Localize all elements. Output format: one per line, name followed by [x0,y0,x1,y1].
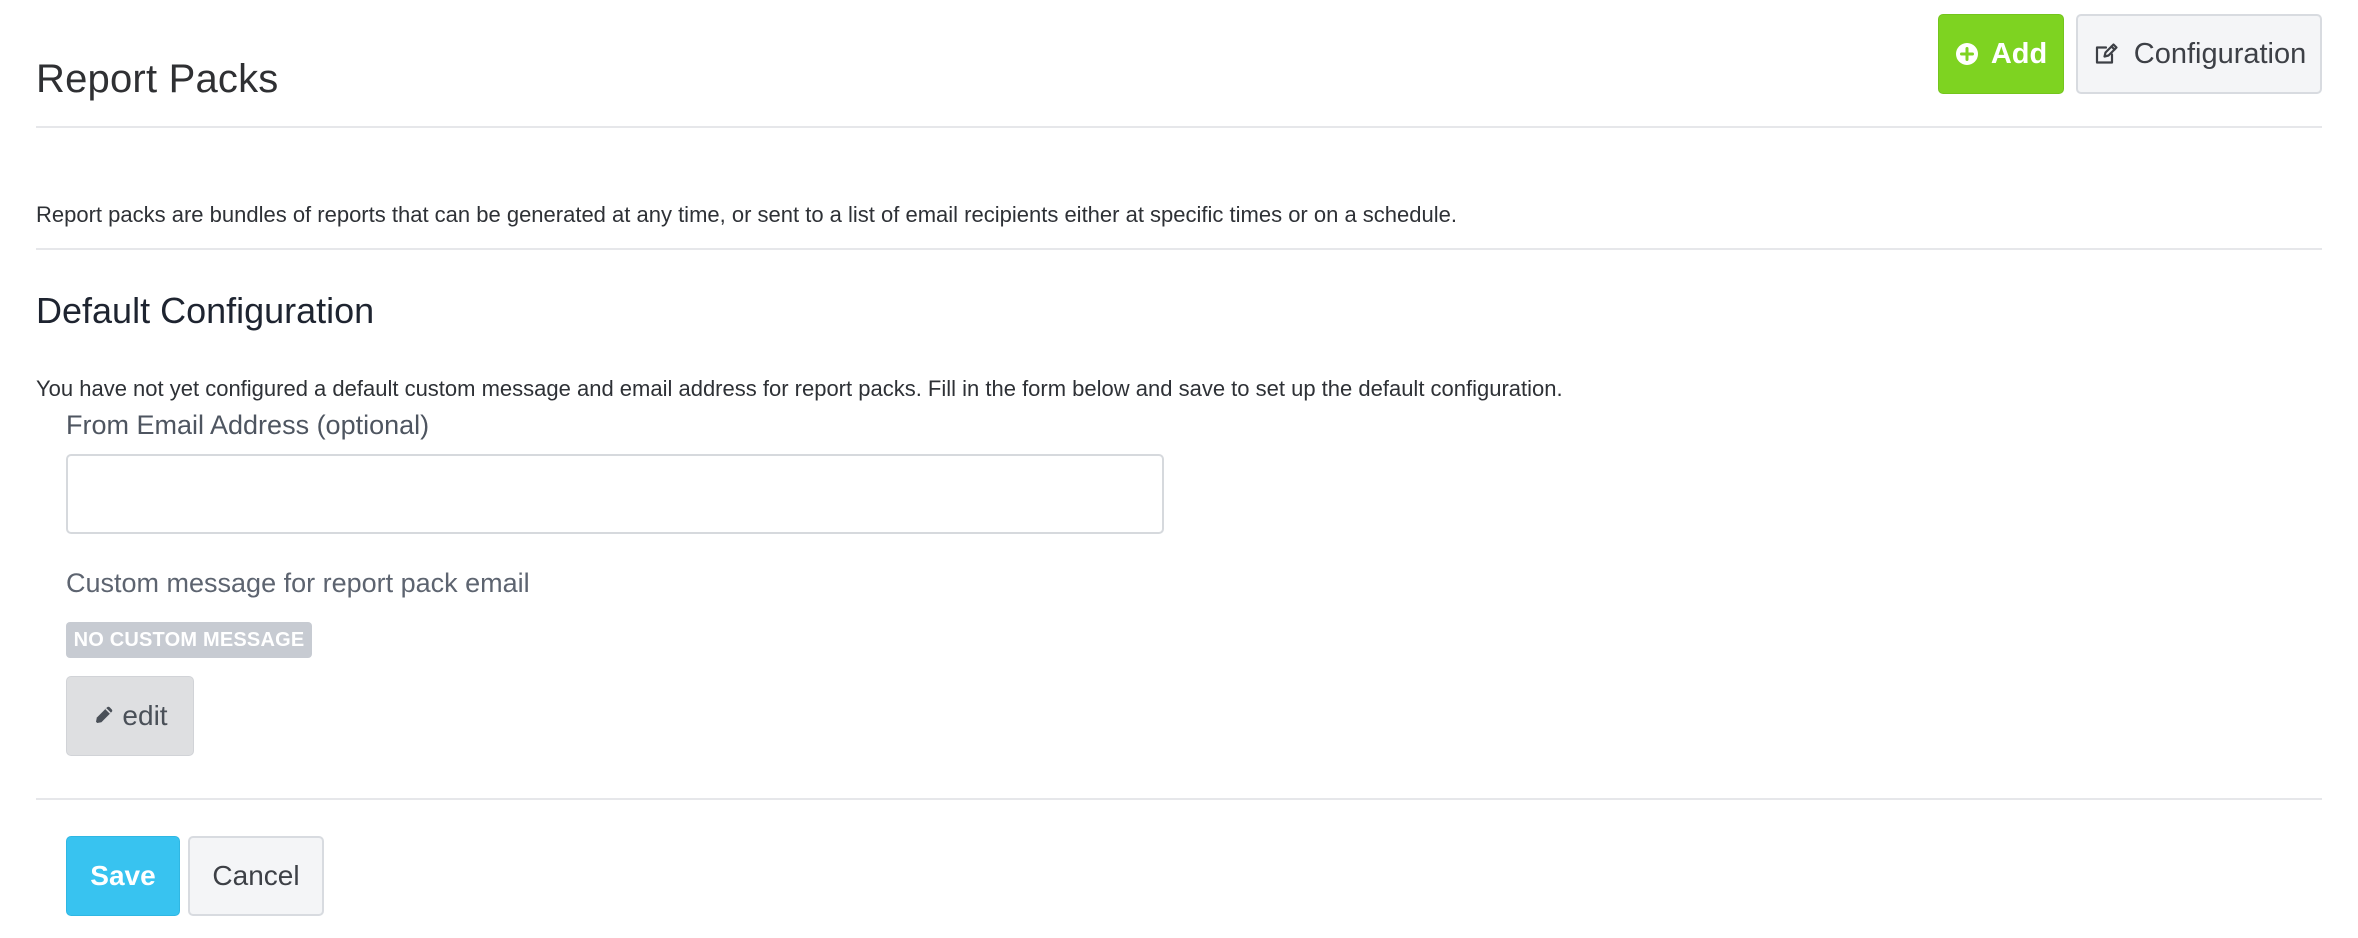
save-button[interactable]: Save [66,836,180,916]
configuration-button[interactable]: Configuration [2076,14,2322,94]
default-configuration-heading: Default Configuration [36,290,375,331]
pencil-icon [92,705,114,727]
header-actions: Add Configuration [1938,14,2322,94]
default-configuration-help-text: You have not yet configured a default cu… [36,376,1563,401]
from-email-label: From Email Address (optional) [66,410,430,440]
page-title: Report Packs [36,56,279,101]
edit-custom-message-button[interactable]: edit [66,676,194,756]
page-header: Report Packs Add Configuration [36,0,2322,128]
add-button-label: Add [1990,37,2048,70]
custom-message-status-badge: NO CUSTOM MESSAGE [66,622,312,658]
configuration-button-label: Configuration [2133,37,2307,70]
default-configuration-section: Default Configuration You have not yet c… [36,250,2322,800]
plus-circle-icon [1955,42,1979,66]
from-email-input[interactable] [66,454,1164,534]
cancel-button[interactable]: Cancel [188,836,324,916]
edit-square-icon [2092,40,2120,68]
report-packs-page: Report Packs Add Configuration Report pa… [36,0,2322,938]
edit-button-label: edit [122,700,168,731]
form-actions: Save Cancel [66,836,324,916]
page-description: Report packs are bundles of reports that… [36,202,1457,227]
description-section: Report packs are bundles of reports that… [36,128,2322,250]
custom-message-label: Custom message for report pack email [66,568,530,598]
add-button[interactable]: Add [1938,14,2064,94]
